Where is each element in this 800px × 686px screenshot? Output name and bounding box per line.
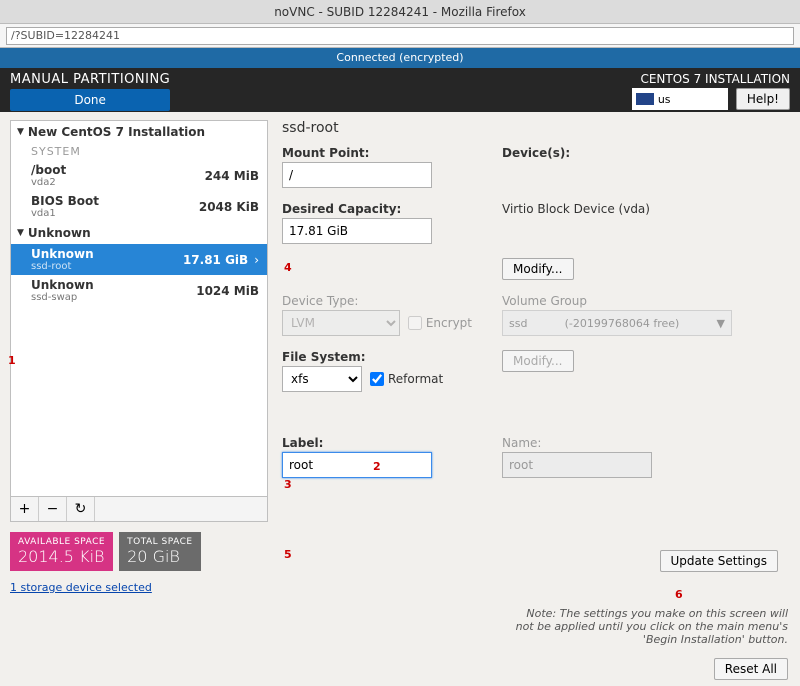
reformat-checkbox-row[interactable]: Reformat <box>370 372 443 386</box>
install-title: CENTOS 7 INSTALLATION <box>640 72 790 86</box>
page-title: MANUAL PARTITIONING <box>10 72 170 87</box>
filesystem-label: File System: <box>282 350 472 364</box>
modify-vg-button: Modify... <box>502 350 574 372</box>
device-desc: Virtio Block Device (vda) <box>502 202 790 216</box>
chevron-right-icon: › <box>254 253 259 267</box>
mount-point-label: Mount Point: <box>282 146 472 160</box>
filesystem-select[interactable]: xfs <box>282 366 362 392</box>
label-input[interactable] <box>282 452 432 478</box>
device-type-label: Device Type: <box>282 294 472 308</box>
group-system: SYSTEM <box>11 143 267 160</box>
update-settings-button[interactable]: Update Settings <box>660 550 779 572</box>
total-space-badge: TOTAL SPACE 20 GiB <box>119 532 200 571</box>
modify-device-button[interactable]: Modify... <box>502 258 574 280</box>
remove-partition-button[interactable]: − <box>39 497 67 521</box>
mount-point-input[interactable] <box>282 162 432 188</box>
volume-group-label: Volume Group <box>502 294 790 308</box>
url-input[interactable] <box>6 27 794 45</box>
anaconda-installer: MANUAL PARTITIONING Done CENTOS 7 INSTAL… <box>0 68 800 686</box>
name-label: Name: <box>502 436 790 450</box>
partition-tree[interactable]: ▼ New CentOS 7 Installation SYSTEM /boot… <box>10 120 268 497</box>
tree-row-biosboot[interactable]: BIOS Bootvda1 2048 KiB <box>11 191 267 222</box>
tree-row-ssd-root[interactable]: Unknownssd-root 17.81 GiB› <box>11 244 267 275</box>
device-type-select: LVM <box>282 310 400 336</box>
volume-group-select: ssd (-20199768064 free) ▼ <box>502 310 732 336</box>
help-button[interactable]: Help! <box>736 88 790 110</box>
lang-code: us <box>658 93 671 106</box>
encrypt-checkbox-row: Encrypt <box>408 316 472 330</box>
done-button[interactable]: Done <box>10 89 170 111</box>
name-input <box>502 452 652 478</box>
reload-button[interactable]: ↻ <box>67 497 95 521</box>
chevron-down-icon: ▼ <box>717 317 725 330</box>
storage-devices-link[interactable]: 1 storage device selected <box>10 581 268 594</box>
tree-toolbar: + − ↻ <box>10 497 268 522</box>
section-title: New CentOS 7 Installation <box>28 125 205 139</box>
capacity-input[interactable] <box>282 218 432 244</box>
note-text: Note: The settings you make on this scre… <box>508 607 788 646</box>
label-label: Label: <box>282 436 472 450</box>
chevron-down-icon: ▼ <box>17 228 24 238</box>
tree-section-new[interactable]: ▼ New CentOS 7 Installation <box>11 121 267 143</box>
capacity-label: Desired Capacity: <box>282 202 472 216</box>
tree-section-unknown[interactable]: ▼ Unknown <box>11 222 267 244</box>
chevron-down-icon: ▼ <box>17 127 24 137</box>
encrypt-checkbox <box>408 316 422 330</box>
flag-icon <box>636 93 654 105</box>
section-title: Unknown <box>28 226 91 240</box>
url-bar <box>0 24 800 48</box>
devices-label: Device(s): <box>502 146 790 160</box>
browser-title: noVNC - SUBID 12284241 - Mozilla Firefox <box>0 0 800 24</box>
available-space-badge: AVAILABLE SPACE 2014.5 KiB <box>10 532 113 571</box>
add-partition-button[interactable]: + <box>11 497 39 521</box>
details-title: ssd-root <box>282 120 790 136</box>
tree-row-ssd-swap[interactable]: Unknownssd-swap 1024 MiB <box>11 275 267 306</box>
reformat-checkbox[interactable] <box>370 372 384 386</box>
keyboard-layout-select[interactable]: us <box>632 88 728 110</box>
vnc-status: Connected (encrypted) <box>0 48 800 68</box>
installer-header: MANUAL PARTITIONING Done CENTOS 7 INSTAL… <box>0 68 800 112</box>
reset-all-button[interactable]: Reset All <box>714 658 788 680</box>
tree-row-boot[interactable]: /bootvda2 244 MiB <box>11 160 267 191</box>
